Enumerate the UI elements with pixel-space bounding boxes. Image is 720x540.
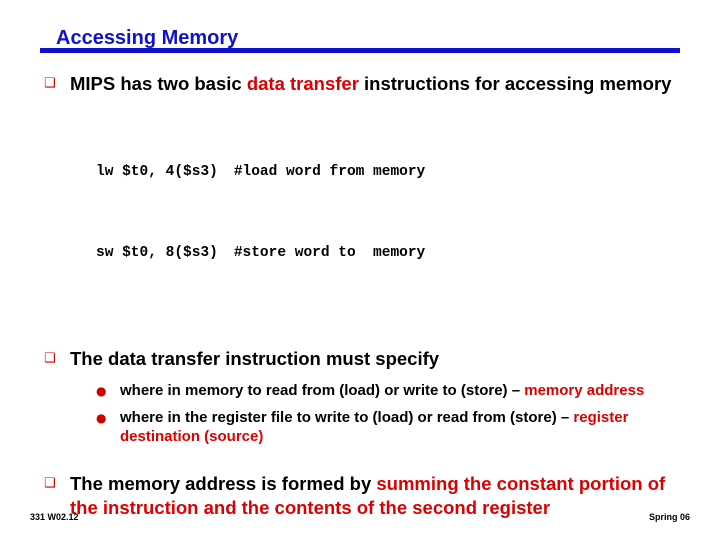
code-instruction: sw $t0, 8($s3) [96, 245, 218, 261]
footer-left-label: 331 W02.12 [30, 512, 79, 522]
bullet-1-text-after: instructions for accessing memory [358, 73, 672, 94]
bullet-3-text-before: The memory address is formed by [70, 473, 377, 494]
sub-bullet-1-text: where in memory to read from (load) or w… [120, 381, 688, 400]
code-comment: #store word to memory [233, 245, 426, 261]
footer-right-label: Spring 06 [648, 512, 690, 522]
title-underline-rule [40, 48, 680, 53]
bullet-1-highlight: data transfer [246, 73, 359, 94]
code-comment: #load word from memory [233, 164, 426, 180]
dot-bullet-icon: ● [96, 384, 107, 398]
bullet-1-text: MIPS has two basic data transfer instruc… [70, 72, 688, 96]
sub-bullet-1-text-before: where in memory to read from (load) or w… [120, 382, 525, 399]
bullet-2-text: The data transfer instruction must speci… [70, 348, 440, 369]
bullet-item-3: ❑ The memory address is formed by summin… [40, 472, 688, 520]
sub-bullet-2-text-before: where in the register file to write to (… [120, 409, 574, 426]
square-bullet-icon: ❑ [44, 351, 56, 366]
code-line: sw $t0, 8($s3) #store word to memory [96, 240, 688, 267]
code-line: lw $t0, 4($s3) #load word from memory [96, 159, 688, 186]
bullet-item-1: ❑ MIPS has two basic data transfer instr… [40, 72, 688, 96]
slide-body: ❑ MIPS has two basic data transfer instr… [40, 72, 688, 520]
sub-bullet-item-1: ● where in memory to read from (load) or… [96, 381, 688, 402]
sub-bullet-item-2: ● where in the register file to write to… [96, 408, 688, 446]
code-block: lw $t0, 4($s3) #load word from memory sw … [96, 105, 688, 321]
sub-bullet-1-highlight: memory address [524, 382, 645, 399]
bullet-item-2: ❑ The data transfer instruction must spe… [40, 347, 688, 371]
square-bullet-icon: ❑ [44, 476, 56, 491]
square-bullet-icon: ❑ [44, 76, 56, 91]
code-instruction: lw $t0, 4($s3) [96, 164, 218, 180]
sub-bullet-2-text: where in the register file to write to (… [120, 408, 688, 446]
bullet-1-text-before: MIPS has two basic [70, 73, 247, 94]
bullet-3-text: The memory address is formed by summing … [70, 472, 688, 520]
dot-bullet-icon: ● [96, 411, 107, 425]
page-title: Accessing Memory [56, 27, 239, 49]
slide: Accessing Memory ❑ MIPS has two basic da… [0, 0, 720, 540]
